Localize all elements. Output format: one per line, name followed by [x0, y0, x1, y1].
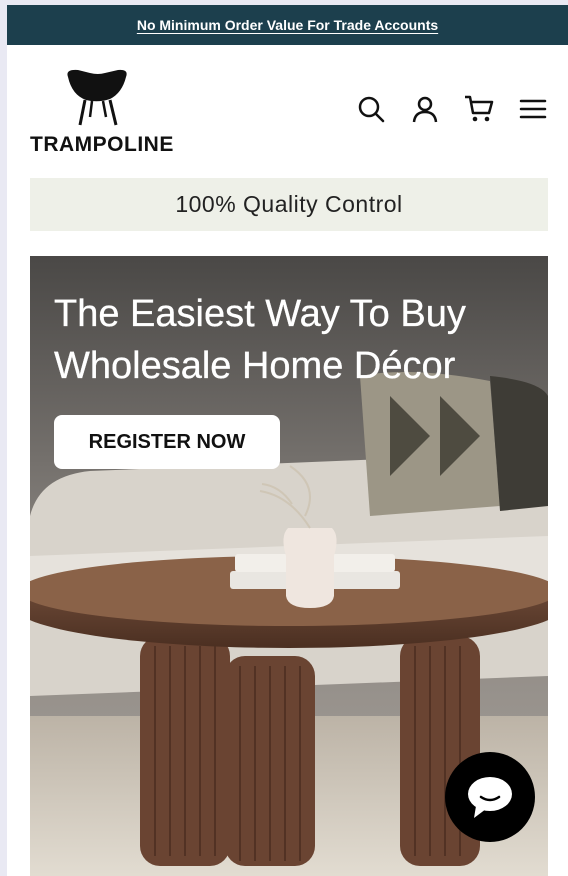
search-icon[interactable] [355, 93, 387, 125]
brand-logo[interactable]: TRAMPOLINE [30, 67, 174, 162]
hero-title: The Easiest Way To Buy Wholesale Home Dé… [54, 293, 466, 387]
header-icons [355, 93, 549, 125]
chair-logo-icon [67, 69, 127, 126]
account-icon[interactable] [409, 93, 441, 125]
page: No Minimum Order Value For Trade Account… [7, 5, 568, 876]
announcement-bar: No Minimum Order Value For Trade Account… [7, 5, 568, 45]
brand-name: TRAMPOLINE [30, 133, 174, 156]
register-button[interactable]: REGISTER NOW [54, 415, 280, 469]
announcement-link[interactable]: No Minimum Order Value For Trade Account… [137, 17, 438, 33]
chat-button[interactable] [445, 752, 535, 842]
promo-bar: 100% Quality Control [30, 178, 548, 231]
cart-icon[interactable] [463, 93, 495, 125]
chat-bubble-icon [468, 777, 512, 818]
menu-icon[interactable] [517, 93, 549, 125]
